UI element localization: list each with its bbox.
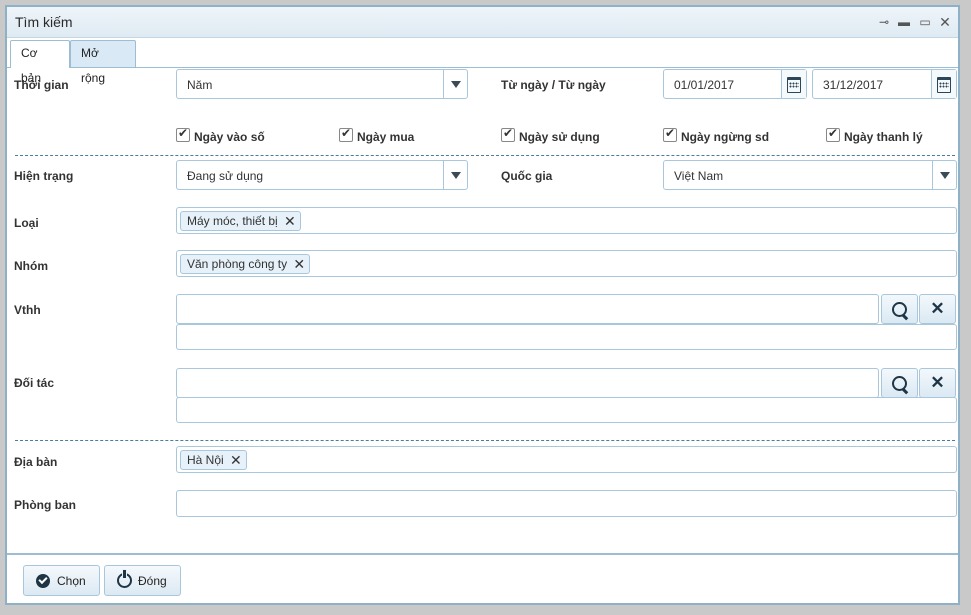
close-button[interactable]: Đóng (104, 565, 181, 596)
partner-search-button[interactable] (881, 368, 918, 398)
date-from-value: 01/01/2017 (674, 78, 735, 92)
checkbox-box[interactable] (663, 126, 677, 142)
calendar-icon[interactable] (781, 70, 806, 98)
country-label: Quốc gia (501, 169, 553, 183)
chevron-down-icon[interactable] (443, 70, 467, 98)
partner-clear-button[interactable]: ✕ (919, 368, 956, 398)
tag-chip: Văn phòng công ty ✕ (180, 254, 311, 274)
date-to-value: 31/12/2017 (823, 78, 884, 92)
tag-chip: Hà Nội ✕ (180, 450, 247, 470)
chevron-down-icon[interactable] (932, 161, 956, 189)
status-select[interactable]: Đang sử dụng (176, 160, 468, 190)
section-divider (15, 155, 955, 156)
date-from-field[interactable]: 01/01/2017 (663, 69, 807, 99)
checkbox-label: Ngày mua (357, 130, 415, 144)
type-label: Loại (14, 216, 39, 230)
checkbox-box[interactable] (176, 126, 190, 142)
close-icon: ✕ (930, 299, 945, 318)
close-icon[interactable]: ✕ (938, 15, 952, 29)
remove-tag-icon[interactable]: ✕ (293, 255, 305, 273)
tag-text: Văn phòng công ty (187, 257, 288, 271)
vthh-label: Vthh (14, 303, 41, 317)
checkbox-label: Ngày thanh lý (844, 130, 923, 144)
section-divider (15, 440, 955, 441)
tag-chip: Máy móc, thiết bị ✕ (180, 211, 301, 231)
choose-button-label: Chọn (57, 574, 86, 588)
tab-co-ban[interactable]: Cơ bản (10, 40, 70, 85)
country-select-value: Việt Nam (674, 169, 724, 183)
remove-tag-icon[interactable]: ✕ (284, 212, 296, 230)
time-select[interactable]: Năm (176, 69, 468, 99)
close-icon: ✕ (930, 373, 945, 392)
tab-mo-rong[interactable]: Mở rộng (70, 40, 136, 85)
close-button-label: Đóng (138, 574, 167, 588)
check-circle-icon (36, 574, 50, 588)
dialog-title: Tìm kiếm (15, 14, 73, 30)
search-dialog: Tìm kiếm ⊸ ▬ ▭ ✕ Cơ bản Mở rộng Thời gia… (5, 5, 960, 605)
date-range-label: Từ ngày / Từ ngày (501, 78, 606, 92)
checkbox-label: Ngày sử dụng (519, 130, 600, 144)
title-bar[interactable]: Tìm kiếm ⊸ ▬ ▭ ✕ (7, 7, 958, 38)
vthh-clear-button[interactable]: ✕ (919, 294, 956, 324)
remove-tag-icon[interactable]: ✕ (230, 451, 242, 469)
time-select-value: Năm (187, 78, 213, 92)
pin-icon[interactable]: ⊸ (877, 15, 891, 29)
group-tag-input[interactable]: Văn phòng công ty ✕ (176, 250, 957, 277)
checkbox-box[interactable] (339, 126, 353, 142)
search-icon (892, 302, 907, 317)
calendar-icon[interactable] (931, 70, 956, 98)
checkbox-box[interactable] (501, 126, 515, 142)
partner-secondary-field[interactable] (176, 397, 957, 423)
checkbox-label: Ngày vào số (194, 130, 265, 144)
country-select[interactable]: Việt Nam (663, 160, 957, 190)
minimize-icon[interactable]: ▬ (897, 15, 911, 29)
tab-bar: Cơ bản Mở rộng (7, 37, 958, 85)
choose-button[interactable]: Chọn (23, 565, 100, 596)
vthh-search-button[interactable] (881, 294, 918, 324)
vthh-input[interactable] (176, 294, 879, 324)
search-icon (892, 376, 907, 391)
chevron-down-icon[interactable] (443, 161, 467, 189)
checkbox-box[interactable] (826, 126, 840, 142)
status-label: Hiện trạng (14, 169, 74, 183)
time-label: Thời gian (14, 78, 69, 92)
area-tag-input[interactable]: Hà Nội ✕ (176, 446, 957, 473)
department-input[interactable] (176, 490, 957, 517)
partner-input[interactable] (176, 368, 879, 398)
maximize-icon[interactable]: ▭ (918, 15, 932, 29)
status-select-value: Đang sử dụng (187, 169, 264, 183)
date-to-field[interactable]: 31/12/2017 (812, 69, 957, 99)
power-icon (117, 569, 132, 588)
group-label: Nhóm (14, 259, 48, 273)
department-label: Phòng ban (14, 498, 76, 512)
type-tag-input[interactable]: Máy móc, thiết bị ✕ (176, 207, 957, 234)
tag-text: Máy móc, thiết bị (187, 214, 278, 228)
dialog-footer: Chọn Đóng (7, 553, 958, 605)
area-label: Địa bàn (14, 455, 58, 469)
vthh-secondary-field[interactable] (176, 324, 957, 350)
tag-text: Hà Nội (187, 453, 224, 467)
partner-label: Đối tác (14, 376, 55, 390)
checkbox-label: Ngày ngừng sd (681, 130, 770, 144)
